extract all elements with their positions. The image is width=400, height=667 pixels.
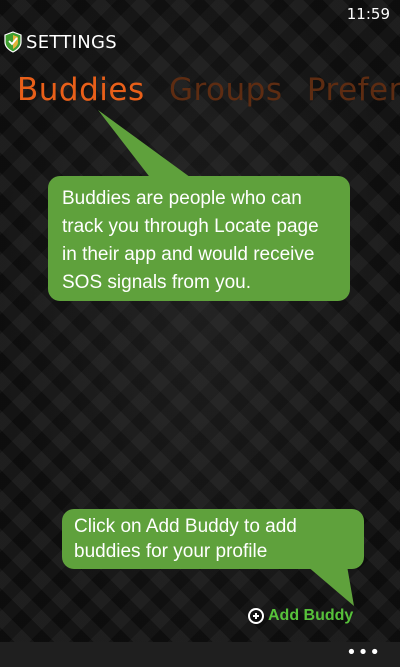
add-buddy-label: Add Buddy	[268, 607, 354, 624]
add-buddy-tip-callout: Click on Add Buddy to add buddies for yo…	[62, 509, 364, 569]
buddies-tip-text: Buddies are people who can track you thr…	[62, 188, 319, 293]
app-bar: •••	[0, 642, 400, 667]
pivot-header: Buddies Groups Preferences	[17, 72, 400, 108]
page-title: SETTINGS	[26, 31, 118, 53]
add-buddy-button[interactable]: Add Buddy	[248, 607, 353, 625]
shield-logo-icon	[4, 31, 22, 53]
add-buddy-tip-text: Click on Add Buddy to add buddies for yo…	[74, 516, 297, 562]
app-header: SETTINGS	[3, 29, 117, 55]
tab-groups[interactable]: Groups	[169, 72, 283, 108]
tab-preferences[interactable]: Preferences	[307, 72, 400, 108]
status-bar: 11:59	[0, 0, 400, 28]
status-time: 11:59	[346, 5, 390, 23]
tab-buddies[interactable]: Buddies	[17, 72, 145, 108]
buddies-tip-callout: Buddies are people who can track you thr…	[48, 176, 350, 301]
more-options-icon[interactable]: •••	[346, 644, 381, 662]
settings-screen: 11:59 SETTINGS Buddies Groups Preference…	[0, 0, 400, 667]
plus-circle-icon	[248, 608, 264, 624]
